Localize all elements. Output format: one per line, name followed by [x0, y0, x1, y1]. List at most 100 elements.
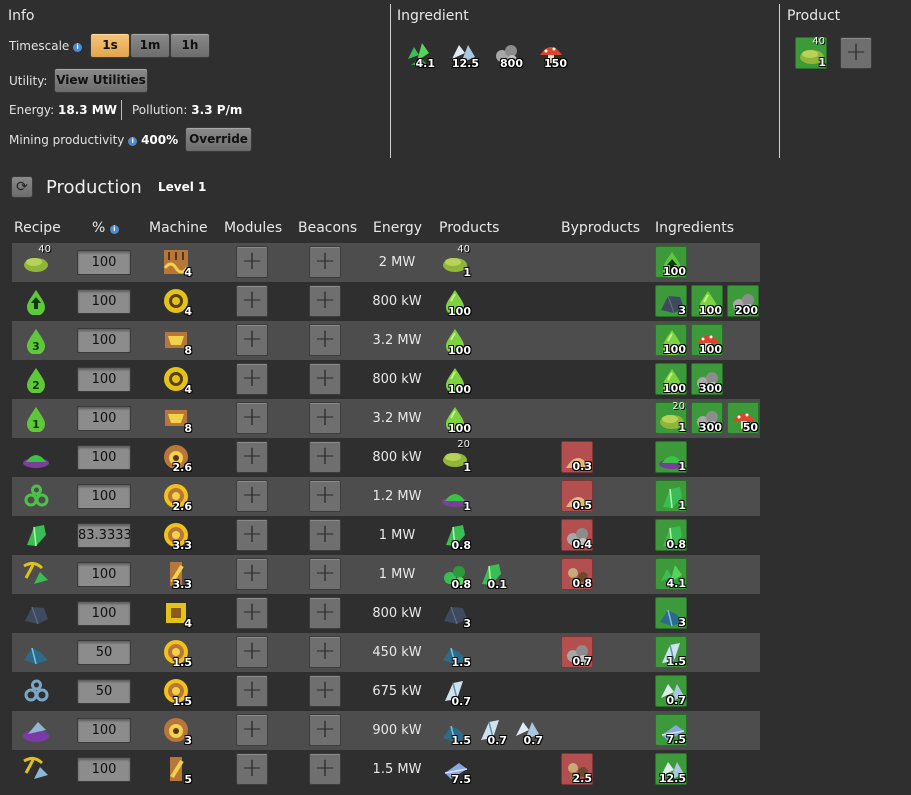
byproduct-item[interactable]: 0.4 — [561, 519, 593, 551]
product-item[interactable]: 100 — [439, 324, 471, 357]
ingredient-item[interactable]: 50 — [727, 402, 759, 434]
byproduct-item[interactable]: 0.7 — [561, 636, 593, 668]
recipe-icon[interactable] — [20, 519, 52, 551]
machine-icon[interactable]: 4 — [160, 285, 192, 318]
add-module-button[interactable]: + — [236, 636, 268, 668]
timescale-1s-button[interactable]: 1s — [90, 33, 130, 58]
ingredient-item[interactable]: 1 — [655, 441, 687, 473]
add-product-button[interactable]: + — [840, 37, 872, 69]
ingredient-item[interactable]: 100 — [691, 324, 723, 356]
product-item[interactable]: 40 1 — [795, 36, 827, 69]
add-module-button[interactable]: + — [236, 753, 268, 785]
ingredient-item[interactable]: 800 — [491, 37, 523, 70]
ingredient-item[interactable]: 12.5 — [655, 753, 687, 785]
timescale-1m-button[interactable]: 1m — [130, 33, 170, 58]
machine-icon[interactable]: 2.6 — [160, 480, 192, 513]
product-item[interactable]: 20 1 — [439, 439, 471, 474]
byproduct-item[interactable]: 0.3 — [561, 441, 593, 473]
add-module-button[interactable]: + — [236, 441, 268, 473]
add-beacon-button[interactable]: + — [309, 363, 341, 395]
percent-input[interactable]: 100 — [77, 484, 131, 509]
product-item[interactable]: 1 — [439, 480, 471, 513]
add-module-button[interactable]: + — [236, 246, 268, 278]
product-item[interactable]: 0.7 — [511, 714, 543, 747]
refresh-button[interactable]: ⟳ — [11, 176, 33, 198]
percent-input[interactable]: 100 — [77, 718, 131, 743]
recipe-icon[interactable] — [20, 675, 52, 707]
ingredient-item[interactable]: 3 — [655, 597, 687, 629]
product-item[interactable]: 7.5 — [439, 753, 471, 786]
ingredient-item[interactable]: 100 — [655, 363, 687, 395]
percent-input[interactable]: 100 — [77, 562, 131, 587]
product-item[interactable]: 100 — [439, 402, 471, 435]
machine-icon[interactable]: 4 — [160, 363, 192, 396]
add-module-button[interactable]: + — [236, 363, 268, 395]
percent-input[interactable]: 100 — [77, 250, 131, 275]
recipe-icon[interactable] — [20, 480, 52, 512]
add-module-button[interactable]: + — [236, 480, 268, 512]
machine-icon[interactable]: 2.6 — [160, 441, 192, 474]
add-beacon-button[interactable]: + — [309, 636, 341, 668]
machine-icon[interactable]: 3.3 — [160, 558, 192, 591]
add-beacon-button[interactable]: + — [309, 402, 341, 434]
add-beacon-button[interactable]: + — [309, 246, 341, 278]
byproduct-item[interactable]: 0.5 — [561, 480, 593, 512]
percent-input[interactable]: 50 — [77, 640, 131, 665]
product-item[interactable]: 0.1 — [475, 558, 507, 591]
product-item[interactable]: 100 — [439, 285, 471, 318]
percent-input[interactable]: 100 — [77, 289, 131, 314]
machine-icon[interactable]: 1.5 — [160, 675, 192, 708]
product-item[interactable]: 0.8 — [439, 519, 471, 552]
machine-icon[interactable]: 5 — [160, 753, 192, 786]
product-item[interactable]: 1.5 — [439, 636, 471, 669]
recipe-icon[interactable]: 3 — [20, 324, 52, 356]
ingredient-item[interactable]: 300 — [691, 363, 723, 395]
percent-input[interactable]: 50 — [77, 679, 131, 704]
ingredient-item[interactable]: 20 1 — [655, 401, 687, 434]
add-module-button[interactable]: + — [236, 519, 268, 551]
machine-icon[interactable]: 3 — [160, 714, 192, 747]
machine-icon[interactable]: 8 — [160, 402, 192, 435]
add-module-button[interactable]: + — [236, 558, 268, 590]
ingredient-item[interactable]: 4.1 — [403, 37, 435, 70]
percent-input[interactable]: 100 — [77, 328, 131, 353]
machine-icon[interactable]: 4 — [160, 246, 192, 279]
percent-input[interactable]: 100 — [77, 445, 131, 470]
machine-icon[interactable]: 3.3 — [160, 519, 192, 552]
ingredient-item[interactable]: 100 — [655, 246, 687, 278]
product-item[interactable]: 1.5 — [439, 714, 471, 747]
product-item[interactable]: 40 1 — [439, 244, 471, 279]
percent-input[interactable]: 100 — [77, 406, 131, 431]
product-item[interactable]: 100 — [439, 363, 471, 396]
add-beacon-button[interactable]: + — [309, 597, 341, 629]
machine-icon[interactable]: 1.5 — [160, 636, 192, 669]
product-item[interactable]: 0.7 — [439, 675, 471, 708]
ingredient-item[interactable]: 300 — [691, 402, 723, 434]
ingredient-item[interactable]: 12.5 — [447, 37, 479, 70]
ingredient-item[interactable]: 0.7 — [655, 675, 687, 707]
add-module-button[interactable]: + — [236, 402, 268, 434]
ingredient-item[interactable]: 7.5 — [655, 714, 687, 746]
add-beacon-button[interactable]: + — [309, 285, 341, 317]
ingredient-item[interactable]: 1.5 — [655, 636, 687, 668]
recipe-icon[interactable] — [20, 636, 52, 668]
recipe-icon[interactable] — [20, 441, 52, 473]
product-item[interactable]: 3 — [439, 597, 471, 630]
machine-icon[interactable]: 4 — [160, 597, 192, 630]
recipe-icon[interactable] — [20, 597, 52, 629]
add-beacon-button[interactable]: + — [309, 558, 341, 590]
add-beacon-button[interactable]: + — [309, 480, 341, 512]
percent-input[interactable]: 83.3333 — [77, 523, 131, 548]
add-beacon-button[interactable]: + — [309, 519, 341, 551]
ingredient-item[interactable]: 150 — [535, 37, 567, 70]
machine-icon[interactable]: 8 — [160, 324, 192, 357]
recipe-icon[interactable]: 2 — [20, 363, 52, 395]
byproduct-item[interactable]: 2.5 — [561, 753, 593, 785]
product-item[interactable]: 0.8 — [439, 558, 471, 591]
byproduct-item[interactable]: 0.8 — [561, 558, 593, 590]
add-module-button[interactable]: + — [236, 285, 268, 317]
timescale-1h-button[interactable]: 1h — [170, 33, 210, 58]
add-module-button[interactable]: + — [236, 597, 268, 629]
recipe-icon[interactable] — [20, 753, 52, 785]
percent-input[interactable]: 100 — [77, 601, 131, 626]
